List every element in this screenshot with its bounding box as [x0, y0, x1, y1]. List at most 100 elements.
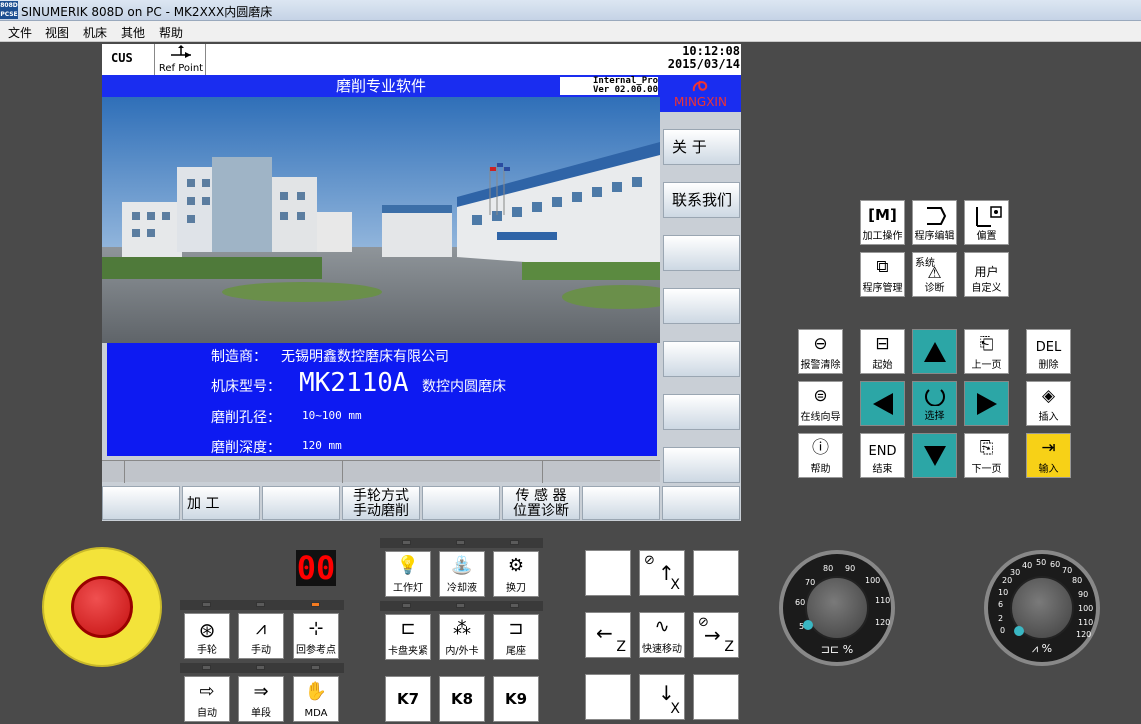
rapid-traverse-button[interactable]: ∿ 快速移动 [639, 612, 685, 658]
auto-mode-button[interactable]: ⇨ 自动 [184, 676, 230, 722]
page-up-key[interactable]: ⎗ 上一页 [964, 329, 1009, 374]
page-up-label: 上一页 [971, 360, 1002, 371]
hsoft-machining[interactable]: 加 工 [182, 486, 260, 520]
axis-minus-z-button[interactable]: ← Z [585, 612, 631, 658]
emergency-stop-button[interactable] [42, 547, 162, 667]
chuck-icon: ⊏ [400, 618, 416, 639]
vsoft-5[interactable] [663, 341, 740, 377]
hsoft-7[interactable] [582, 486, 660, 520]
arrow-up-key[interactable] [912, 329, 957, 374]
spindle-tick: 40 [1022, 561, 1033, 570]
spindle-tick: 60 [1050, 560, 1061, 569]
program-edit-key[interactable]: 程序编辑 [912, 200, 957, 245]
ref-point-mode-button[interactable]: ⊹ 回参考点 [293, 613, 339, 659]
brand-logo-icon [692, 80, 708, 92]
k7-button[interactable]: K7 [385, 676, 431, 722]
worklight-label: 工作灯 [393, 583, 423, 594]
axis-plus-z-button[interactable]: ⊘ → Z [693, 612, 739, 658]
led-toolchange [510, 540, 519, 545]
delete-label: 删除 [1038, 360, 1059, 371]
handwheel-mode-button[interactable]: ⊛ 手轮 [184, 613, 230, 659]
hsoft-1[interactable] [102, 486, 180, 520]
spindle-pointer [1014, 626, 1024, 636]
vsoft-3[interactable] [663, 235, 740, 271]
spindle-override-dial[interactable]: 0 2 6 10 20 30 40 50 60 70 80 90 100 110… [984, 550, 1100, 666]
ref-point-indicator: Ref Point [154, 44, 206, 75]
end-key[interactable]: END 结束 [860, 433, 905, 478]
hmi-header: CUS Ref Point 10:12:08 2015/03/14 [102, 44, 741, 75]
led-auto [202, 665, 211, 670]
spindle-tick: 70 [1062, 566, 1073, 575]
feed-knob[interactable] [805, 576, 869, 640]
tool-change-label: 换刀 [506, 583, 526, 594]
menu-file[interactable]: 文件 [8, 24, 32, 41]
led-coolant [456, 540, 465, 545]
axis-blank-3[interactable] [585, 674, 631, 720]
user-custom-key[interactable]: 用户 自定义 [964, 252, 1009, 297]
k8-button[interactable]: K8 [439, 676, 485, 722]
hsoft-handwheel[interactable]: 手轮方式 手动磨削 [342, 486, 420, 520]
online-guide-key[interactable]: ⊜ 在线向导 [798, 381, 843, 426]
coolant-icon: ⛲ [450, 555, 474, 576]
menu-view[interactable]: 视图 [45, 24, 69, 41]
mda-mode-button[interactable]: ✋ MDA [293, 676, 339, 722]
in-out-clamp-button[interactable]: ⁂ 内/外卡 [439, 614, 485, 660]
diagnosis-key[interactable]: 系统 ⚠ 诊断 [912, 252, 957, 297]
machine-info-panel: 制造商： 无锡明鑫数控磨床有限公司 机床型号： MK2110A 数控内圆磨床 磨… [107, 343, 657, 456]
hsoft-sensor[interactable]: 传 感 器 位置诊断 [502, 486, 580, 520]
input-key[interactable]: ⇥ 输入 [1026, 433, 1071, 478]
single-block-button[interactable]: ⇒ 单段 [238, 676, 284, 722]
model-desc: 数控内圆磨床 [422, 379, 506, 395]
machining-key[interactable]: [M] 加工操作 [860, 200, 905, 245]
feed-override-dial[interactable]: 50 60 70 80 90 100 110 120 ⊐⊏ % [779, 550, 895, 666]
arrow-down-key[interactable] [912, 433, 957, 478]
vsoft-about[interactable]: 关 于 [663, 129, 740, 165]
menu-machine[interactable]: 机床 [83, 24, 107, 41]
insert-icon: ◈ [1041, 386, 1056, 406]
menu-help[interactable]: 帮助 [159, 24, 183, 41]
k9-button[interactable]: K9 [493, 676, 539, 722]
hsoft-3[interactable] [262, 486, 340, 520]
axis-minus-x-button[interactable]: ↓ X [639, 674, 685, 720]
single-label: 单段 [251, 708, 271, 719]
alarm-clear-key[interactable]: ⊖ 报警清除 [798, 329, 843, 374]
worklight-button[interactable]: 💡 工作灯 [385, 551, 431, 597]
menu-other[interactable]: 其他 [121, 24, 145, 41]
select-key[interactable]: 选择 [912, 381, 957, 426]
tool-change-button[interactable]: ⚙ 换刀 [493, 551, 539, 597]
axis-z-label-2: Z [724, 639, 734, 655]
hsoft-8[interactable] [662, 486, 740, 520]
arrow-left-key[interactable] [860, 381, 905, 426]
home-key[interactable]: ⊟ 起始 [860, 329, 905, 374]
offset-key[interactable]: 偏置 [964, 200, 1009, 245]
spindle-tick: 6 [998, 600, 1004, 609]
tailstock-button[interactable]: ⊐ 尾座 [493, 614, 539, 660]
axis-blank-4[interactable] [693, 674, 739, 720]
axis-plus-x-button[interactable]: ⊘ ↑ X [639, 550, 685, 596]
rapid-icon: ∿ [654, 616, 670, 637]
vsoft-6[interactable] [663, 394, 740, 430]
chuck-clamp-button[interactable]: ⊏ 卡盘夹紧 [385, 614, 431, 660]
vsoft-contact[interactable]: 联系我们 [663, 182, 740, 218]
program-mgmt-key[interactable]: ⧉ 程序管理 [860, 252, 905, 297]
axis-blank-1[interactable] [585, 550, 631, 596]
delete-key[interactable]: DEL 删除 [1026, 329, 1071, 374]
help-key[interactable]: ⓘ 帮助 [798, 433, 843, 478]
input-label: 输入 [1038, 464, 1059, 475]
page-down-key[interactable]: ⎘ 下一页 [964, 433, 1009, 478]
jog-mode-button[interactable]: ⩘ 手动 [238, 613, 284, 659]
led-chuck [402, 603, 411, 608]
version-line-2: Ver 02.00.00 [592, 85, 658, 95]
arrow-right-key[interactable] [964, 381, 1009, 426]
vsoft-7[interactable] [663, 447, 740, 483]
axis-blank-2[interactable] [693, 550, 739, 596]
insert-key[interactable]: ◈ 插入 [1026, 381, 1071, 426]
coolant-button[interactable]: ⛲ 冷却液 [439, 551, 485, 597]
help-label: 帮助 [810, 464, 831, 475]
led-mda [311, 665, 320, 670]
hsoft-5[interactable] [422, 486, 500, 520]
factory-photo [102, 97, 660, 343]
vsoft-4[interactable] [663, 288, 740, 324]
axis-x-label-2: X [670, 701, 680, 717]
led-inout [456, 603, 465, 608]
